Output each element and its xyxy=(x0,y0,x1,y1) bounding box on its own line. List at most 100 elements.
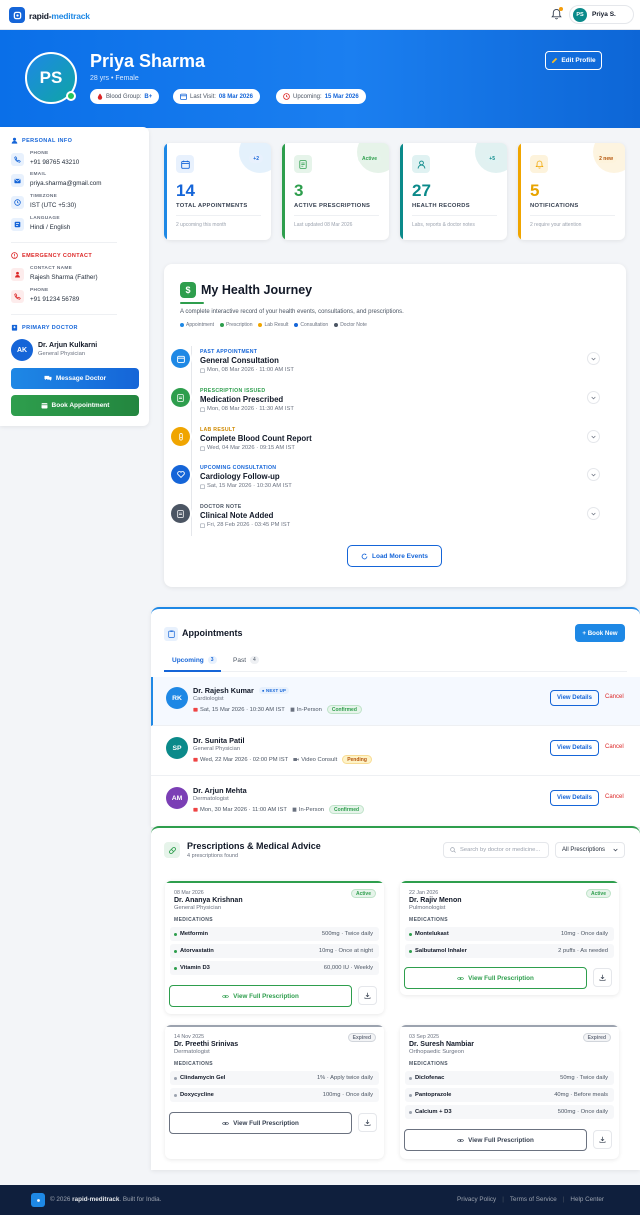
contact-value: Rajesh Sharma (Father) xyxy=(30,274,98,281)
view-prescription-button[interactable]: View Full Prescription xyxy=(169,1112,352,1134)
blood-group-chip: Blood Group: B+ xyxy=(90,89,160,104)
calendar-icon xyxy=(200,367,205,373)
mail-icon xyxy=(11,174,24,187)
email-row: EMAIL priya.sharma@gmail.com xyxy=(11,172,141,190)
stat-card-notifications[interactable]: 2 new 5 NOTIFICATIONS 2 require your att… xyxy=(518,143,625,240)
doctor-name: Dr. Suresh Nambiar xyxy=(409,1041,474,1048)
stat-sub: 2 require your attention xyxy=(530,222,582,228)
chevron-down-icon[interactable] xyxy=(587,468,600,481)
legend-lab-result: Lab Result xyxy=(258,322,288,328)
load-more-button[interactable]: Load More Events xyxy=(347,545,442,567)
privacy-policy-link[interactable]: Privacy Policy xyxy=(457,1196,496,1203)
cancel-button[interactable]: Cancel xyxy=(605,794,624,800)
divider xyxy=(11,242,117,243)
doctor-avatar: AK xyxy=(11,339,33,361)
doctor-name: Dr. Rajiv Menon xyxy=(409,897,462,904)
timeline-event[interactable]: PAST APPOINTMENT General Consultation Mo… xyxy=(170,347,618,383)
stat-badge: +2 xyxy=(249,154,263,163)
medication-item: Vitamin D3 60,000 IU · Weekly xyxy=(170,961,379,975)
tab-past[interactable]: Past 4 xyxy=(233,656,259,664)
journey-legend: Appointment Prescription Lab Result Cons… xyxy=(180,322,367,328)
footer-links: Privacy Policy | Terms of Service | Help C… xyxy=(457,1196,604,1203)
eye-icon xyxy=(457,1138,465,1142)
chevron-down-icon[interactable] xyxy=(587,507,600,520)
language-icon xyxy=(11,218,24,231)
appointments-card: Appointments + Book New Upcoming 3 Past 4 … xyxy=(151,607,640,827)
prescription-card: 14 Nov 2025 Dr. Preethi Srinivas Dermato… xyxy=(165,1025,384,1159)
appointment-row[interactable]: RK Dr. Rajesh Kumar ● NEXT UP Cardiologis… xyxy=(151,677,640,726)
cancel-button[interactable]: Cancel xyxy=(605,744,624,750)
edit-profile-button[interactable]: Edit Profile xyxy=(545,51,602,70)
cancel-button[interactable]: Cancel xyxy=(605,694,624,700)
view-prescription-button[interactable]: View Full Prescription xyxy=(404,1129,587,1151)
stat-card-appointments[interactable]: +2 14 TOTAL APPOINTMENTS 2 upcoming this… xyxy=(164,143,271,240)
download-icon[interactable] xyxy=(593,1130,612,1149)
alert-icon xyxy=(11,252,18,259)
chevron-down-icon[interactable] xyxy=(587,430,600,443)
user-icon xyxy=(11,137,18,144)
hospital-icon xyxy=(292,807,297,812)
doctor-name: Dr. Ananya Krishnan xyxy=(174,897,243,904)
top-navbar: rapid-meditrack PS Priya S. xyxy=(0,0,640,30)
appointment-row[interactable]: SP Dr. Sunita Patil General Physician We… xyxy=(151,727,640,776)
legend-consultation: Consultation xyxy=(294,322,328,328)
document-icon xyxy=(294,155,312,173)
pill-icon xyxy=(164,842,180,858)
footer-copyright: © 2026 rapid-meditrack. Built for India. xyxy=(50,1196,162,1203)
status-badge: Expired xyxy=(582,1033,611,1042)
timeline-event[interactable]: UPCOMING CONSULTATION Cardiology Follow-… xyxy=(170,463,618,499)
download-icon[interactable] xyxy=(593,968,612,987)
view-details-button[interactable]: View Details xyxy=(550,790,599,806)
medication-item: Salbutamol Inhaler 2 puffs · As needed xyxy=(405,944,614,958)
user-icon xyxy=(412,155,430,173)
timeline-event[interactable]: PRESCRIPTION ISSUED Medication Prescribe… xyxy=(170,386,618,422)
chevron-down-icon[interactable] xyxy=(587,352,600,365)
download-icon[interactable] xyxy=(358,1113,377,1132)
prescription-card: 03 Sep 2025 Dr. Suresh Nambiar Orthopaed… xyxy=(400,1025,619,1159)
calendar-icon xyxy=(200,483,205,489)
search-icon xyxy=(450,847,456,853)
stat-card-records[interactable]: +5 27 HEALTH RECORDS Labs, reports & doc… xyxy=(400,143,507,240)
brand-name[interactable]: rapid-meditrack xyxy=(29,11,90,21)
appointment-row[interactable]: AM Dr. Arjun Mehta Dermatologist Mon, 30… xyxy=(151,777,640,826)
chevron-down-icon[interactable] xyxy=(587,391,600,404)
view-details-button[interactable]: View Details xyxy=(550,690,599,706)
legend-prescription: Prescription xyxy=(220,322,252,328)
prescription-filter-select[interactable]: All Prescriptions xyxy=(555,842,625,858)
help-center-link[interactable]: Help Center xyxy=(570,1196,604,1203)
tab-upcoming[interactable]: Upcoming 3 xyxy=(172,656,217,664)
message-doctor-button[interactable]: Message Doctor xyxy=(11,368,139,389)
status-badge: Pending xyxy=(342,755,372,764)
appointments-title: Appointments xyxy=(182,628,243,638)
email-value: priya.sharma@gmail.com xyxy=(30,180,102,187)
book-new-button[interactable]: + Book New xyxy=(575,624,625,642)
phone-value: +91 98765 43210 xyxy=(30,159,80,166)
status-badge: Confirmed xyxy=(326,705,362,714)
divider xyxy=(11,314,117,315)
stat-sub: Labs, reports & doctor notes xyxy=(412,222,475,228)
medication-item: Diclofenac 50mg · Twice daily xyxy=(405,1071,614,1085)
profile-name: Priya Sharma xyxy=(90,51,206,71)
stat-label: TOTAL APPOINTMENTS xyxy=(176,203,248,209)
app-logo[interactable] xyxy=(9,7,25,23)
primary-doctor-heading: PRIMARY DOCTOR xyxy=(11,324,78,331)
medication-item: Calcium + D3 500mg · Once daily xyxy=(405,1105,614,1119)
hospital-icon xyxy=(11,324,18,331)
user-menu[interactable]: PS Priya S. xyxy=(569,5,634,24)
stat-label: NOTIFICATIONS xyxy=(530,203,579,209)
timeline-event[interactable]: LAB RESULT Complete Blood Count Report W… xyxy=(170,425,618,461)
stat-card-prescriptions[interactable]: Active 3 ACTIVE PRESCRIPTIONS Last updat… xyxy=(282,143,389,240)
clipboard-icon xyxy=(164,627,178,641)
view-details-button[interactable]: View Details xyxy=(550,740,599,756)
medication-item: Atorvastatin 10mg · Once at night xyxy=(170,944,379,958)
terms-link[interactable]: Terms of Service xyxy=(510,1196,557,1203)
view-prescription-button[interactable]: View Full Prescription xyxy=(404,967,587,989)
search-input[interactable]: Search by doctor or medicine... xyxy=(443,842,549,858)
book-appointment-button[interactable]: Book Appointment xyxy=(11,395,139,416)
timeline-event[interactable]: DOCTOR NOTE Clinical Note Added Fri, 28 … xyxy=(170,502,618,538)
download-icon[interactable] xyxy=(358,986,377,1005)
prescription-card: 08 Mar 2026 Dr. Ananya Krishnan General … xyxy=(165,881,384,1014)
document-icon xyxy=(171,388,190,407)
view-prescription-button[interactable]: View Full Prescription xyxy=(169,985,352,1007)
bell-icon[interactable] xyxy=(551,7,563,20)
